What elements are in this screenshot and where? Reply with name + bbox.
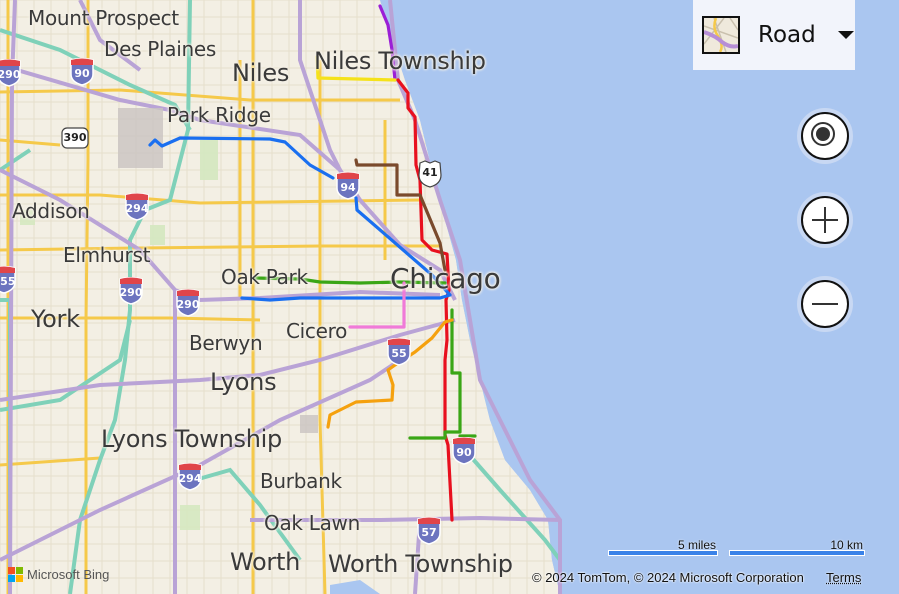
- place-label: Lyons Township: [101, 425, 282, 453]
- map-style-picker[interactable]: Road: [693, 0, 855, 70]
- interstate-shield: 55: [386, 338, 412, 366]
- us-route-shield: 41: [417, 160, 443, 188]
- scale-imperial-bar: [608, 550, 718, 556]
- place-label: Des Plaines: [104, 37, 217, 61]
- minus-icon: [801, 280, 849, 328]
- place-label: Lyons: [210, 368, 277, 396]
- airport-area: [118, 108, 163, 168]
- interstate-shield: 290: [175, 289, 201, 317]
- place-label: Oak Park: [221, 265, 308, 289]
- microsoft-logo-icon: [8, 567, 23, 582]
- bing-logo[interactable]: Microsoft Bing: [8, 567, 109, 582]
- map-style-label: Road: [758, 22, 816, 48]
- terms-link[interactable]: Terms: [826, 570, 861, 585]
- interstate-shield: 294: [124, 193, 150, 221]
- place-label: Chicago: [390, 262, 501, 295]
- state-route-shield: 390: [61, 127, 89, 149]
- copyright-text: © 2024 TomTom, © 2024 Microsoft Corporat…: [532, 570, 804, 585]
- locate-me-button[interactable]: [797, 108, 853, 164]
- airport-midway: [300, 415, 318, 433]
- place-label: Oak Lawn: [264, 511, 360, 535]
- locate-me-icon: [801, 112, 849, 160]
- interstate-shield: 290: [0, 59, 22, 87]
- place-label: Elmhurst: [63, 243, 151, 267]
- place-label: Burbank: [260, 469, 342, 493]
- zoom-in-button[interactable]: [797, 192, 853, 248]
- place-label: Cicero: [286, 319, 348, 343]
- place-label: Worth Township: [328, 550, 513, 578]
- place-label: Park Ridge: [167, 103, 271, 127]
- place-label: Addison: [12, 199, 90, 223]
- interstate-shield: 90: [451, 437, 477, 465]
- chevron-down-icon: [837, 31, 854, 39]
- place-label: Niles: [232, 59, 290, 87]
- interstate-shield: 355: [0, 266, 17, 294]
- place-label: Berwyn: [189, 331, 263, 355]
- zoom-out-button[interactable]: [797, 276, 853, 332]
- scale-metric-bar: [729, 550, 865, 556]
- interstate-shield: 94: [335, 172, 361, 200]
- interstate-shield: 290: [118, 277, 144, 305]
- road-map-thumbnail-icon: [702, 16, 740, 54]
- place-label: Worth: [230, 548, 300, 576]
- bing-logo-text: Microsoft Bing: [27, 567, 110, 582]
- place-label: York: [31, 305, 80, 333]
- interstate-shield: 90: [69, 58, 95, 86]
- plus-icon: [801, 196, 849, 244]
- scale-bar-imperial: 5 miles: [608, 538, 718, 556]
- place-label: Niles Township: [314, 47, 486, 75]
- interstate-shield: 57: [416, 517, 442, 545]
- scale-bar-metric: 10 km: [729, 538, 865, 556]
- interstate-shield: 294: [177, 463, 203, 491]
- place-label: Mount Prospect: [28, 6, 179, 30]
